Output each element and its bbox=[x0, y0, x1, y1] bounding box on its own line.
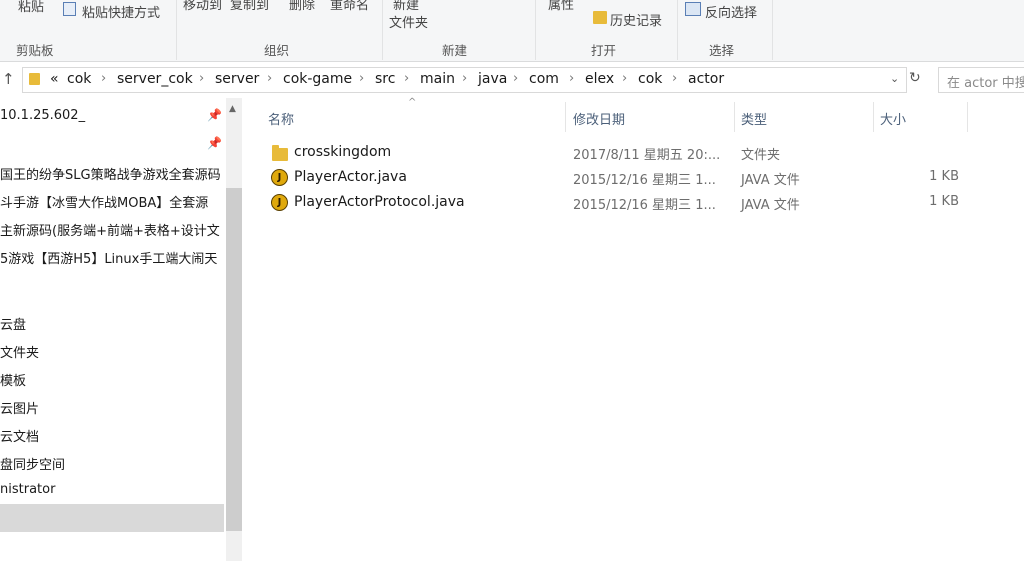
new-group-label: 新建 bbox=[442, 43, 468, 58]
select-group-label: 选择 bbox=[709, 43, 735, 58]
copy-to-button[interactable]: 复制到 bbox=[230, 0, 269, 13]
breadcrumb-item[interactable]: cok bbox=[638, 71, 662, 87]
file-name: crosskingdom bbox=[294, 144, 392, 160]
file-modified: 2017/8/11 星期五 20:... bbox=[573, 148, 721, 163]
nav-item[interactable]: 国王的纷争SLG策略战争游戏全套源码 bbox=[0, 164, 224, 183]
breadcrumb-chevron-icon[interactable]: › bbox=[359, 71, 364, 86]
breadcrumb-item[interactable]: elex bbox=[585, 71, 614, 87]
breadcrumb-item[interactable]: server bbox=[215, 71, 259, 87]
nav-item[interactable]: 云文档 bbox=[0, 426, 224, 445]
breadcrumb-chevron-icon[interactable]: › bbox=[101, 71, 106, 86]
paste-button[interactable]: 粘贴 bbox=[18, 0, 44, 15]
breadcrumb-chevron-icon[interactable]: › bbox=[569, 71, 574, 86]
search-placeholder: 在 actor 中搜 bbox=[947, 76, 1024, 91]
java-file-icon: J bbox=[271, 194, 288, 211]
refresh-icon[interactable]: ↻ bbox=[909, 70, 921, 86]
move-to-button[interactable]: 移动到 bbox=[183, 0, 222, 13]
breadcrumb-overflow[interactable]: « bbox=[50, 71, 59, 87]
nav-item[interactable]: 主新源码(服务端+前端+表格+设计文 bbox=[0, 220, 224, 239]
up-arrow-icon[interactable]: ↑ bbox=[2, 70, 15, 88]
paste-shortcut-icon bbox=[63, 2, 76, 16]
column-header-size[interactable]: 大小 bbox=[880, 109, 906, 128]
file-modified: 2015/12/16 星期三 1... bbox=[573, 198, 716, 213]
breadcrumb-item[interactable]: server_cok bbox=[117, 71, 193, 87]
breadcrumb-item[interactable]: main bbox=[420, 71, 455, 87]
file-type: 文件夹 bbox=[741, 148, 781, 163]
search-input[interactable]: 在 actor 中搜 bbox=[938, 67, 1024, 93]
rename-button[interactable]: 重命名 bbox=[330, 0, 369, 13]
column-header-name[interactable]: 名称 bbox=[268, 109, 294, 128]
nav-item[interactable]: 云图片 bbox=[0, 398, 224, 417]
clipboard-group-label: 剪贴板 bbox=[16, 43, 54, 58]
breadcrumb-chevron-icon[interactable]: › bbox=[267, 71, 272, 86]
chevron-down-icon[interactable]: ⌄ bbox=[890, 72, 899, 85]
new-folder-button[interactable]: 文件夹 bbox=[389, 12, 428, 31]
nav-item[interactable]: 文件夹 bbox=[0, 342, 224, 361]
breadcrumb-chevron-icon[interactable]: › bbox=[672, 71, 677, 86]
scroll-up-icon[interactable]: ▲ bbox=[229, 104, 236, 114]
nav-item[interactable]: 10.1.25.602_ bbox=[0, 108, 224, 123]
nav-item[interactable]: 云盘 bbox=[0, 314, 224, 333]
breadcrumb-chevron-icon[interactable]: › bbox=[462, 71, 467, 86]
file-size: 1 KB bbox=[929, 169, 959, 184]
column-header-type[interactable]: 类型 bbox=[741, 109, 767, 128]
breadcrumb-item[interactable]: actor bbox=[688, 71, 724, 87]
file-name: PlayerActorProtocol.java bbox=[294, 194, 465, 210]
nav-selected-highlight bbox=[0, 504, 224, 532]
file-size: 1 KB bbox=[929, 194, 959, 209]
breadcrumb-chevron-icon[interactable]: › bbox=[622, 71, 627, 86]
folder-icon bbox=[272, 145, 288, 161]
breadcrumb-item[interactable]: cok-game bbox=[283, 71, 352, 87]
nav-item[interactable]: 模板 bbox=[0, 370, 224, 389]
folder-icon bbox=[29, 73, 40, 85]
breadcrumb-chevron-icon[interactable]: › bbox=[513, 71, 518, 86]
file-modified: 2015/12/16 星期三 1... bbox=[573, 173, 716, 188]
file-type: JAVA 文件 bbox=[741, 198, 800, 213]
file-name: PlayerActor.java bbox=[294, 169, 407, 185]
nav-item[interactable]: 5游戏【西游H5】Linux手工端大闹天 bbox=[0, 248, 224, 267]
column-header-modified[interactable]: 修改日期 bbox=[573, 109, 625, 128]
breadcrumb-item[interactable]: cok bbox=[67, 71, 91, 87]
breadcrumb-item[interactable]: java bbox=[478, 71, 507, 87]
pin-icon[interactable]: 📌 bbox=[207, 136, 222, 150]
pin-icon[interactable]: 📌 bbox=[207, 108, 222, 122]
ribbon: 粘贴 粘贴快捷方式 移动到 复制到 删除 重命名 新建 文件夹 属性 历史记录 … bbox=[0, 0, 1024, 62]
paste-shortcut-button[interactable]: 粘贴快捷方式 bbox=[82, 2, 160, 21]
nav-item[interactable]: 盘同步空间 bbox=[0, 454, 224, 473]
breadcrumb-item[interactable]: com bbox=[529, 71, 559, 87]
java-file-icon: J bbox=[271, 169, 288, 186]
history-button[interactable]: 历史记录 bbox=[610, 10, 662, 29]
invert-selection-button[interactable]: 反向选择 bbox=[705, 2, 757, 21]
delete-button[interactable]: 删除 bbox=[289, 0, 315, 13]
open-group-label: 打开 bbox=[591, 43, 617, 58]
nav-item[interactable]: 斗手游【冰雪大作战MOBA】全套源 bbox=[0, 192, 224, 211]
history-icon bbox=[593, 11, 607, 24]
breadcrumb-chevron-icon[interactable]: › bbox=[199, 71, 204, 86]
breadcrumb-item[interactable]: src bbox=[375, 71, 395, 87]
properties-button[interactable]: 属性 bbox=[548, 0, 574, 13]
breadcrumb-chevron-icon[interactable]: › bbox=[404, 71, 409, 86]
file-type: JAVA 文件 bbox=[741, 173, 800, 188]
nav-scrollbar-thumb[interactable] bbox=[226, 188, 242, 531]
nav-item[interactable]: nistrator bbox=[0, 482, 224, 497]
invert-selection-icon bbox=[685, 2, 701, 16]
sort-up-icon: ^ bbox=[408, 97, 417, 108]
organize-group-label: 组织 bbox=[264, 43, 290, 58]
